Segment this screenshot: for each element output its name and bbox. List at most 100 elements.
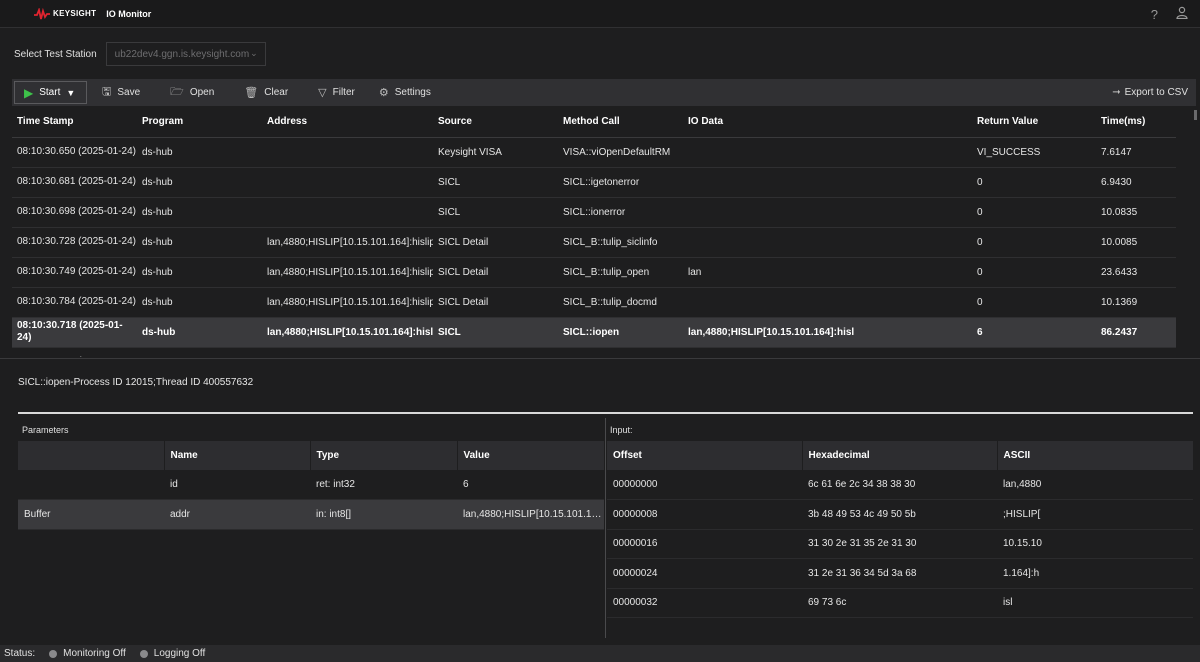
hex-row[interactable]: 00000024 31 2e 31 36 34 5d 3a 68 1.164]:h: [607, 558, 1193, 589]
log-column-header[interactable]: Return Value: [972, 107, 1096, 138]
params-column-header[interactable]: Value: [457, 441, 605, 470]
table-cell: VI_SUCCESS: [972, 137, 1096, 168]
table-cell: 6c 61 6e 2c 34 38 38 30: [802, 470, 997, 500]
monitoring-text: Monitoring Off: [63, 648, 126, 659]
keysight-logo-icon: [34, 7, 50, 19]
hex-row[interactable]: 00000000 6c 61 6e 2c 34 38 38 30 lan,4880: [607, 470, 1193, 500]
table-cell: SICL_B::tulip_siclinfo: [558, 227, 683, 258]
table-cell: 08:10:30.784 (2025-01-24): [12, 287, 137, 318]
table-cell: SICL: [433, 317, 558, 348]
table-cell: ret: int32: [310, 470, 457, 500]
table-cell: Keysight VISA: [433, 137, 558, 168]
table-cell: 0: [972, 257, 1096, 288]
caret-down-icon[interactable]: ▼: [66, 88, 75, 98]
table-cell: [137, 347, 262, 357]
params-column-header[interactable]: Type: [310, 441, 458, 470]
log-column-header[interactable]: Time(ms): [1096, 107, 1176, 138]
table-cell: 00000008: [607, 499, 802, 530]
log-column-header[interactable]: IO Data: [683, 107, 972, 138]
trash-icon: 🗑: [244, 87, 259, 99]
table-cell: 10.15.10: [997, 529, 1193, 559]
filter-button[interactable]: ▽ Filter: [288, 79, 355, 106]
log-column-header[interactable]: Source: [433, 107, 558, 138]
log-column-header[interactable]: Address: [262, 107, 433, 138]
table-cell: SICL Detail: [433, 287, 558, 318]
table-cell: 00000032: [607, 588, 802, 618]
table-cell: lan,4880;HISLIP[10.15.101.164]:hislip0: [262, 317, 433, 348]
table-cell: ds-hub: [137, 197, 262, 228]
table-cell: 23.6433: [1096, 257, 1176, 288]
log-row[interactable]: 08:10:30.718 (2025-01-24) ds-hub lan,4880;…: [12, 317, 1176, 348]
settings-icon: ⚙: [378, 87, 389, 99]
hex-row[interactable]: 00000032 69 73 6c isl: [607, 588, 1193, 618]
log-row[interactable]: 08:10:30.698 (2025-01-24) ds-hub SICL SICL:…: [12, 197, 1176, 228]
log-row[interactable]: 08:10:30.749 (2025-01-24) ds-hub lan,4880;…: [12, 257, 1176, 288]
save-button[interactable]: 🖫 Save: [87, 79, 140, 106]
log-column-header[interactable]: Program: [137, 107, 262, 138]
hex-row[interactable]: 00000016 31 30 2e 31 35 2e 31 30 10.15.10: [607, 529, 1193, 559]
keysight-logo: KEYSIGHT: [34, 7, 96, 20]
table-cell: [262, 197, 433, 228]
input-column-header[interactable]: Hexadecimal: [802, 441, 998, 470]
start-button[interactable]: ▶ Start ▼: [14, 81, 87, 104]
divider: [18, 412, 1193, 414]
log-row[interactable]: 08:10:30.784 (2025-01-24) ds-hub lan,4880;…: [12, 287, 1176, 318]
table-cell: lan: [683, 257, 972, 288]
input-column-header[interactable]: ASCII: [997, 441, 1194, 470]
params-column-header[interactable]: Name: [164, 441, 311, 470]
params-column-header[interactable]: [18, 441, 165, 470]
export-csv-button[interactable]: ➞ Export to CSV: [1112, 79, 1188, 106]
table-cell: SICL Detail: [433, 227, 558, 258]
user-icon[interactable]: [1176, 6, 1188, 22]
scrollbar-thumb[interactable]: [1194, 110, 1197, 120]
table-cell: 10.0835: [1096, 197, 1176, 228]
save-icon: 🖫: [102, 86, 112, 98]
log-column-header[interactable]: Time Stamp: [12, 107, 137, 138]
pane-splitter[interactable]: [0, 358, 1200, 359]
table-cell: lan,4880;HISLIP[10.15.101.16...: [457, 499, 604, 530]
status-dot-icon: [139, 649, 148, 658]
table-cell: SICL Detail: [433, 257, 558, 288]
table-cell: 08:10:30.698 (2025-01-24): [12, 197, 137, 228]
parameter-row[interactable]: id ret: int32 6: [18, 470, 604, 500]
table-cell: [262, 347, 433, 357]
table-cell: SICL::iopen: [558, 317, 683, 348]
log-row[interactable]: 08:10:30.825 (2025-01-: [12, 347, 1176, 357]
parameters-table: Name Type Value id ret: int32 6 Buffer addr in:…: [18, 441, 605, 530]
table-cell: 00000024: [607, 558, 802, 589]
table-cell: [683, 197, 972, 228]
help-icon[interactable]: ?: [1151, 7, 1158, 22]
log-row[interactable]: 08:10:30.728 (2025-01-24) ds-hub lan,4880;…: [12, 227, 1176, 258]
table-cell: 1.164]:h: [997, 558, 1193, 589]
table-cell: 0: [972, 227, 1096, 258]
table-cell: [683, 137, 972, 168]
clear-button[interactable]: 🗑 Clear: [214, 79, 288, 106]
parameter-row[interactable]: Buffer addr in: int8[] lan,4880;HISLIP[10.1…: [18, 499, 604, 530]
station-row: Select Test Station ub22dev4.ggn.is.keys…: [14, 42, 266, 66]
table-cell: ds-hub: [137, 317, 262, 348]
table-cell: 6.9430: [1096, 167, 1176, 198]
log-column-header[interactable]: Method Call: [558, 107, 683, 138]
settings-button[interactable]: ⚙ Settings: [355, 79, 431, 106]
table-cell: [558, 347, 683, 357]
table-cell: [262, 137, 433, 168]
log-row[interactable]: 08:10:30.681 (2025-01-24) ds-hub SICL SICL:…: [12, 167, 1176, 198]
table-cell: [18, 470, 164, 500]
table-cell: SICL_B::tulip_docmd: [558, 287, 683, 318]
hex-row[interactable]: 00000008 3b 48 49 53 4c 49 50 5b ;HISLIP[: [607, 499, 1193, 530]
station-dropdown[interactable]: ub22dev4.ggn.is.keysight.com ⌄: [105, 42, 266, 66]
vertical-divider: [605, 418, 606, 638]
table-cell: id: [164, 470, 310, 500]
station-value: ub22dev4.ggn.is.keysight.com: [114, 48, 250, 60]
export-icon: ➞: [1112, 87, 1121, 98]
open-button[interactable]: 🗁 Open: [140, 79, 214, 106]
logging-text: Logging Off: [153, 648, 206, 659]
log-grid[interactable]: Time Stamp Program Address Source Method Cal…: [12, 107, 1176, 357]
table-cell: [433, 347, 558, 357]
table-cell: 00000000: [607, 470, 802, 500]
log-row[interactable]: 08:10:30.650 (2025-01-24) ds-hub Keysight …: [12, 137, 1176, 168]
input-column-header[interactable]: Offset: [607, 441, 803, 470]
table-cell: 31 30 2e 31 35 2e 31 30: [802, 529, 997, 559]
table-cell: SICL::igetonerror: [558, 167, 683, 198]
table-cell: [683, 347, 972, 357]
